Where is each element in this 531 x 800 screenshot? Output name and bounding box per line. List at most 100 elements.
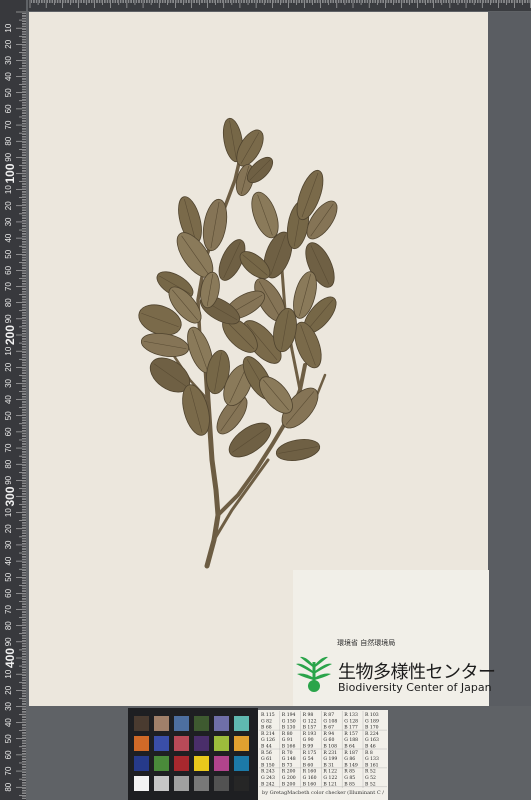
color-checker-title: by GretagMacbeth color checker (Illumina… (262, 790, 386, 796)
color-value-cell: G 60 (323, 737, 334, 743)
color-value-cell: B 242 (261, 781, 275, 787)
color-value-cell: R 214 (261, 731, 275, 737)
color-swatch (174, 716, 189, 731)
color-swatch (194, 776, 209, 791)
color-swatch (154, 716, 169, 731)
color-value-cell: G 52 (365, 775, 376, 781)
color-swatch (154, 776, 169, 791)
color-value-cell: B 73 (282, 762, 293, 768)
color-value-cell: R 200 (282, 769, 296, 775)
color-swatch (174, 776, 189, 791)
ruler-minor-label: 70 (4, 605, 13, 614)
color-value-cell: R 98 (303, 712, 314, 718)
ruler-minor-label: 50 (4, 411, 13, 420)
color-value-cell: R 122 (323, 769, 337, 775)
color-value-cell: R 87 (323, 712, 334, 718)
color-value-cell: G 128 (344, 718, 358, 724)
ruler-major-label: 300 (3, 486, 17, 506)
ruler-minor-label: 90 (4, 637, 13, 646)
color-value-cell: G 160 (303, 775, 317, 781)
color-swatch (134, 776, 149, 791)
color-swatch (214, 736, 229, 751)
ruler-minor-label: 70 (4, 443, 13, 452)
color-swatch (234, 736, 249, 751)
ruler-minor-label: 40 (4, 556, 13, 565)
color-value-cell: B 177 (344, 725, 358, 731)
ruler-minor-label: 70 (4, 120, 13, 129)
color-swatch (194, 736, 209, 751)
color-value-cell: R 94 (323, 731, 334, 737)
ruler-minor-label: 50 (4, 88, 13, 97)
ruler-minor-label: 30 (4, 540, 13, 549)
color-value-cell: B 166 (282, 744, 296, 750)
ruler-minor-label: 20 (4, 201, 13, 210)
color-swatch (234, 776, 249, 791)
ruler-minor-label: 30 (4, 217, 13, 226)
ruler-minor-label: 50 (4, 734, 13, 743)
ruler-minor-label: 60 (4, 104, 13, 113)
color-swatch (234, 716, 249, 731)
color-value-cell: G 86 (344, 756, 355, 762)
color-swatch (234, 756, 249, 771)
color-value-cell: R 224 (365, 731, 379, 737)
color-value-cell: G 82 (261, 718, 272, 724)
ruler-minor-label: 30 (4, 701, 13, 710)
color-swatch (174, 756, 189, 771)
color-swatch (134, 736, 149, 751)
color-value-cell: G 91 (282, 737, 293, 743)
ruler-minor-label: 80 (4, 621, 13, 630)
color-value-cell: B 150 (261, 762, 275, 768)
ruler-minor-label: 10 (4, 185, 13, 194)
color-value-cell: B 85 (344, 781, 355, 787)
color-value-cell: B 170 (365, 725, 379, 731)
color-value-cell: R 160 (303, 769, 317, 775)
color-swatch (174, 736, 189, 751)
ruler-major-label: 100 (3, 163, 17, 183)
color-value-cell: R 115 (261, 712, 275, 718)
color-value-cell: R 56 (261, 750, 272, 756)
color-value-cell: B 200 (282, 781, 296, 787)
color-value-cell: G 200 (282, 775, 296, 781)
color-swatch (194, 716, 209, 731)
ruler-minor-label: 20 (4, 685, 13, 694)
ruler-minor-label: 60 (4, 588, 13, 597)
color-swatch (214, 716, 229, 731)
ministry-name: 環境省 自然環境局 (337, 639, 396, 647)
ruler-minor-label: 10 (4, 346, 13, 355)
ruler-minor-label: 10 (4, 23, 13, 32)
color-value-cell: B 64 (344, 744, 355, 750)
color-value-cell: B 130 (282, 725, 296, 731)
color-value-cell: G 163 (365, 737, 379, 743)
color-value-cell: R 157 (344, 731, 358, 737)
color-value-cell: R 52 (365, 769, 376, 775)
color-swatch (194, 756, 209, 771)
institution-logo-mark (296, 656, 332, 692)
ruler-minor-label: 40 (4, 72, 13, 81)
ruler-minor-label: 10 (4, 508, 13, 517)
ruler-minor-label: 10 (4, 669, 13, 678)
ruler-minor-label: 70 (4, 282, 13, 291)
ruler-minor-label: 80 (4, 782, 13, 791)
color-value-cell: G 108 (323, 718, 337, 724)
color-value-cell: B 46 (365, 744, 376, 750)
ruler-minor-label: 60 (4, 750, 13, 759)
color-value-cell: B 149 (344, 762, 358, 768)
color-swatch (154, 736, 169, 751)
ruler-minor-label: 90 (4, 475, 13, 484)
color-value-cell: B 31 (323, 762, 334, 768)
color-value-cell: B 121 (323, 781, 337, 787)
color-value-cell: R 193 (303, 731, 317, 737)
color-value-cell: G 122 (303, 718, 317, 724)
color-value-cell: R 80 (282, 731, 293, 737)
ruler-minor-label: 50 (4, 572, 13, 581)
ruler-minor-label: 40 (4, 233, 13, 242)
ruler-minor-label: 80 (4, 136, 13, 145)
color-value-cell: B 161 (365, 762, 379, 768)
color-value-cell: R 194 (282, 712, 296, 718)
color-value-cell: G 243 (261, 775, 275, 781)
color-value-cell: B 44 (261, 744, 272, 750)
color-value-cell: G 122 (323, 775, 337, 781)
top-ruler (28, 0, 531, 11)
ruler-minor-label: 60 (4, 265, 13, 274)
color-value-cell: B 60 (303, 762, 314, 768)
